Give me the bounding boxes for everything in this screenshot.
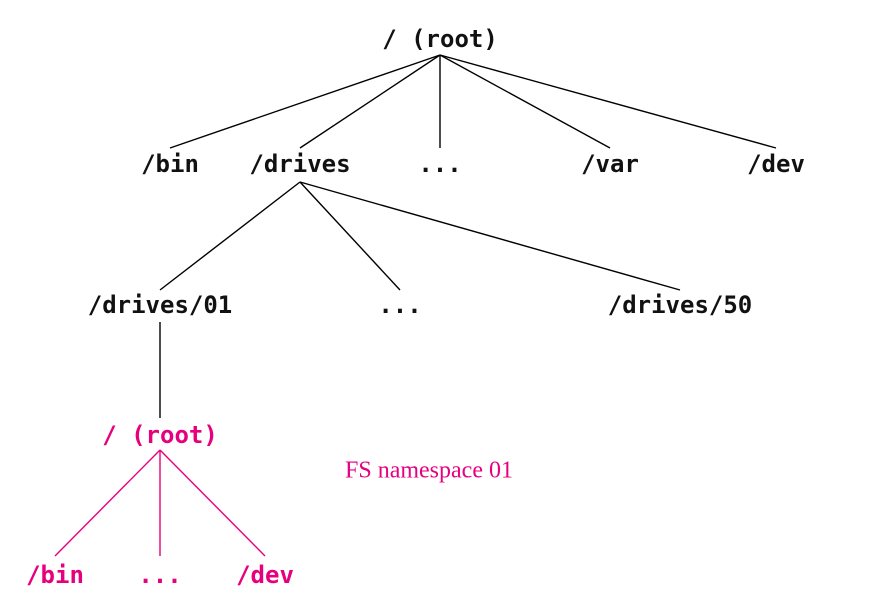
node-var: /var	[581, 150, 639, 178]
node-ns-ell: ...	[138, 561, 181, 589]
filesystem-tree-diagram: / (root) /bin /drives ... /var /dev /dri…	[0, 0, 880, 613]
annotation-fs-namespace: FS namespace 01	[345, 458, 513, 484]
node-drives-50: /drives/50	[608, 291, 753, 319]
node-root: / (root)	[382, 25, 498, 53]
edge-root-dev	[440, 55, 776, 148]
node-ns-dev: /dev	[236, 561, 294, 589]
edge-nsroot-nsdev	[160, 450, 265, 556]
node-drives-01: /drives/01	[88, 291, 233, 319]
node-ns-bin: /bin	[26, 561, 84, 589]
edge-root-drives	[300, 55, 440, 148]
edge-nsroot-nsbin	[55, 450, 160, 556]
node-bin: /bin	[141, 150, 199, 178]
node-dev: /dev	[747, 150, 805, 178]
edge-drives-01	[160, 182, 300, 290]
edge-root-bin	[170, 55, 440, 148]
edge-root-var	[440, 55, 610, 148]
node-ellipsis-1: ...	[418, 150, 461, 178]
node-ns-root: / (root)	[102, 421, 218, 449]
node-drives: /drives	[249, 150, 350, 178]
edge-drives-50	[300, 182, 680, 290]
edge-drives-ellipsis	[300, 182, 400, 290]
node-ellipsis-2: ...	[378, 291, 421, 319]
